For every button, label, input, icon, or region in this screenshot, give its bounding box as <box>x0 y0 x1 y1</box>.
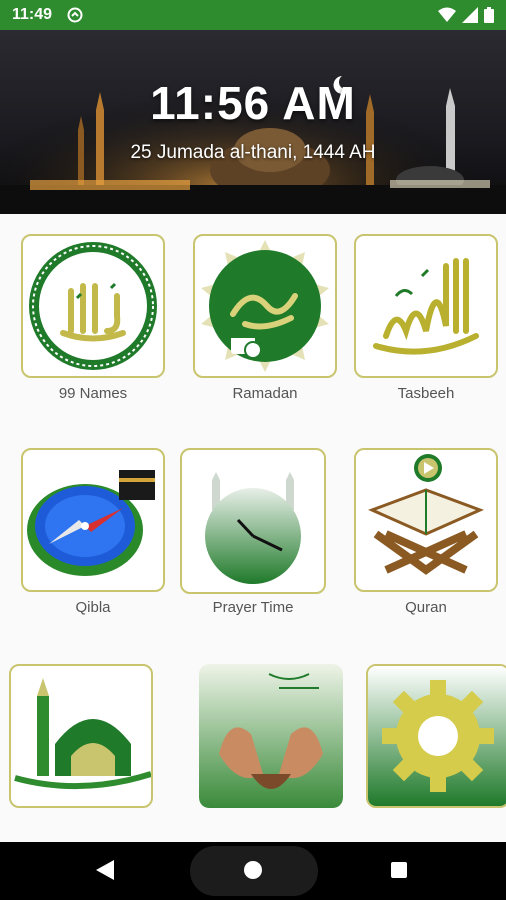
allah-calligraphy-icon <box>29 242 157 370</box>
menu-item-frame <box>199 664 343 808</box>
menu-item-label: Quran <box>405 599 447 616</box>
menu-item-label: Tasbeeh <box>397 385 455 402</box>
recent-apps-icon[interactable] <box>391 862 407 878</box>
home-icon[interactable] <box>244 861 262 879</box>
menu-grid: 99 Names Ramadan Tasbeeh Qibla Prayer Ti… <box>0 214 506 842</box>
menu-item-label: 99 Names <box>58 385 128 402</box>
status-bar: 11:49 <box>0 0 506 30</box>
menu-item-frame <box>21 234 165 378</box>
menu-item-frame <box>180 448 326 594</box>
status-time: 11:49 <box>12 6 53 23</box>
wifi-icon <box>438 7 456 22</box>
gear-icon <box>368 666 506 806</box>
sync-icon <box>67 7 83 23</box>
status-icons <box>438 7 494 23</box>
menu-item-frame <box>366 664 506 808</box>
mosque-icon <box>14 678 151 790</box>
praying-hands-icon <box>199 664 343 808</box>
back-icon[interactable] <box>96 860 114 880</box>
clock-display: 11:56 AM <box>150 77 356 129</box>
qibla-compass-icon <box>27 470 155 576</box>
menu-item-frame <box>9 664 153 808</box>
menu-item-label: Prayer Time <box>212 599 294 616</box>
menu-item-label: Qibla <box>75 599 111 616</box>
subhanallah-calligraphy-icon <box>373 258 479 355</box>
navigation-bar <box>0 842 506 900</box>
menu-item-frame <box>354 234 498 378</box>
menu-item-frame <box>21 448 165 592</box>
quran-stand-icon <box>368 454 484 575</box>
hijri-date: 25 Jumada al-thani, 1444 AH <box>130 142 376 163</box>
menu-item-label: Ramadan <box>232 385 298 402</box>
menu-item-frame <box>193 234 337 378</box>
battery-icon <box>484 7 494 23</box>
ramadan-calendar-icon <box>201 240 329 372</box>
mosque-clock-icon <box>205 472 301 584</box>
header-banner: 11:56 AM 25 Jumada al-thani, 1444 AH <box>0 30 506 214</box>
menu-item-frame <box>354 448 498 592</box>
signal-icon <box>462 7 478 23</box>
